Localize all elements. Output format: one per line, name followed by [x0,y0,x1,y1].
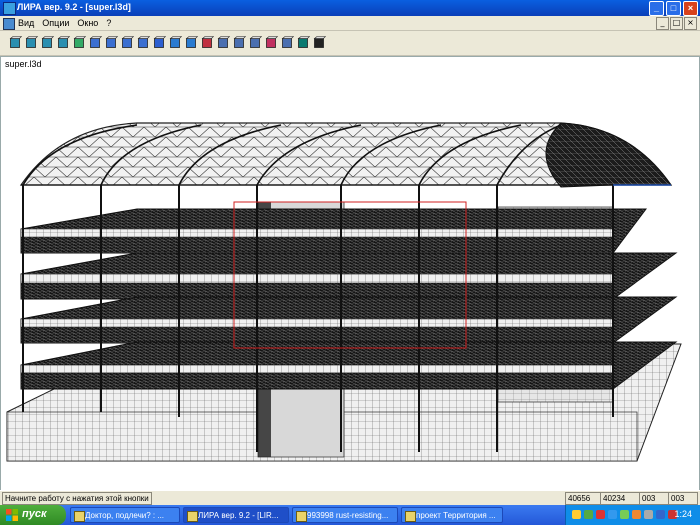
axes-icon[interactable] [72,35,86,50]
cube-pointer-icon[interactable] [264,35,278,50]
curve-icon[interactable] [120,35,134,50]
mesh-icon[interactable] [248,35,262,50]
status-message: Начните работу с нажатия этой кнопки [2,492,152,505]
tray-icon[interactable] [572,510,581,519]
clock: 1:24 [674,509,692,519]
doc-close-button[interactable]: × [684,17,697,30]
status-cell-3: 003 [639,492,669,505]
select-node-icon[interactable] [232,35,246,50]
menu-view[interactable]: Вид [18,18,34,28]
tray-icon[interactable] [584,510,593,519]
net-icon[interactable] [216,35,230,50]
menu-bar: Вид Опции Окно ? _ □ × [0,16,700,31]
task-label: проект Территория ... [416,511,496,520]
maximize-button[interactable]: □ [666,1,681,16]
cube-view-icon[interactable] [8,35,22,50]
doc-minimize-button[interactable]: _ [656,17,669,30]
menu-help[interactable]: ? [106,18,111,28]
app-icon [405,511,416,522]
task-button-active[interactable]: ЛИРА вер. 9.2 - [LIR... [183,507,289,523]
app-icon [74,511,85,522]
model-viewport[interactable]: super.l3d [0,56,700,491]
start-button[interactable]: пуск [0,505,66,525]
status-cell-2: 40234 [600,492,640,505]
document-icon[interactable] [3,18,15,30]
blue-box-icon[interactable] [168,35,182,50]
app-icon [187,511,198,522]
minimize-button[interactable]: _ [649,1,664,16]
task-button[interactable]: Доктор, подлечи? : ... [70,507,180,523]
outline-shape-icon[interactable] [136,35,150,50]
system-tray: 1:24 [565,505,700,525]
doc-restore-button[interactable]: □ [670,17,683,30]
window-title: ЛИРА вер. 9.2 - [super.l3d] [17,2,131,12]
task-label: Доктор, подлечи? : ... [85,511,165,520]
help-pointer-icon[interactable] [312,35,326,50]
app-icon [296,511,307,522]
close-button[interactable]: × [683,1,698,16]
task-label: 993998 rust-resisting... [307,511,389,520]
tray-icon[interactable] [656,510,665,519]
sphere-icon[interactable] [152,35,166,50]
tray-icon[interactable] [644,510,653,519]
task-label: ЛИРА вер. 9.2 - [LIR... [198,511,279,520]
blue-shape-icon[interactable] [104,35,118,50]
start-label: пуск [22,508,47,520]
shade-sphere-icon[interactable] [88,35,102,50]
info-box-icon[interactable] [296,35,310,50]
cube-blue-icon[interactable] [40,35,54,50]
taskbar: пуск Доктор, подлечи? : ... ЛИРА вер. 9.… [0,505,700,525]
box-icon[interactable] [184,35,198,50]
menu-options[interactable]: Опции [42,18,69,28]
toolbar [0,31,700,56]
status-cell-4: 003 [668,492,698,505]
colored-cube-icon[interactable] [200,35,214,50]
building-model[interactable] [1,57,699,490]
status-cell-1: 40656 [565,492,601,505]
menu-window[interactable]: Окно [77,18,98,28]
cube-grid-icon[interactable] [24,35,38,50]
task-button[interactable]: проект Территория ... [401,507,503,523]
title-bar[interactable]: ЛИРА вер. 9.2 - [super.l3d] _ □ × [0,0,700,16]
tray-icon[interactable] [608,510,617,519]
task-button[interactable]: 993998 rust-resisting... [292,507,398,523]
windows-logo-icon [6,509,18,521]
app-icon[interactable] [3,2,16,15]
rotate-view-icon[interactable] [56,35,70,50]
tray-icon[interactable] [596,510,605,519]
status-bar: Начните работу с нажатия этой кнопки 406… [0,490,700,505]
cube-dots-icon[interactable] [280,35,294,50]
tray-icon[interactable] [620,510,629,519]
tray-icon[interactable] [632,510,641,519]
